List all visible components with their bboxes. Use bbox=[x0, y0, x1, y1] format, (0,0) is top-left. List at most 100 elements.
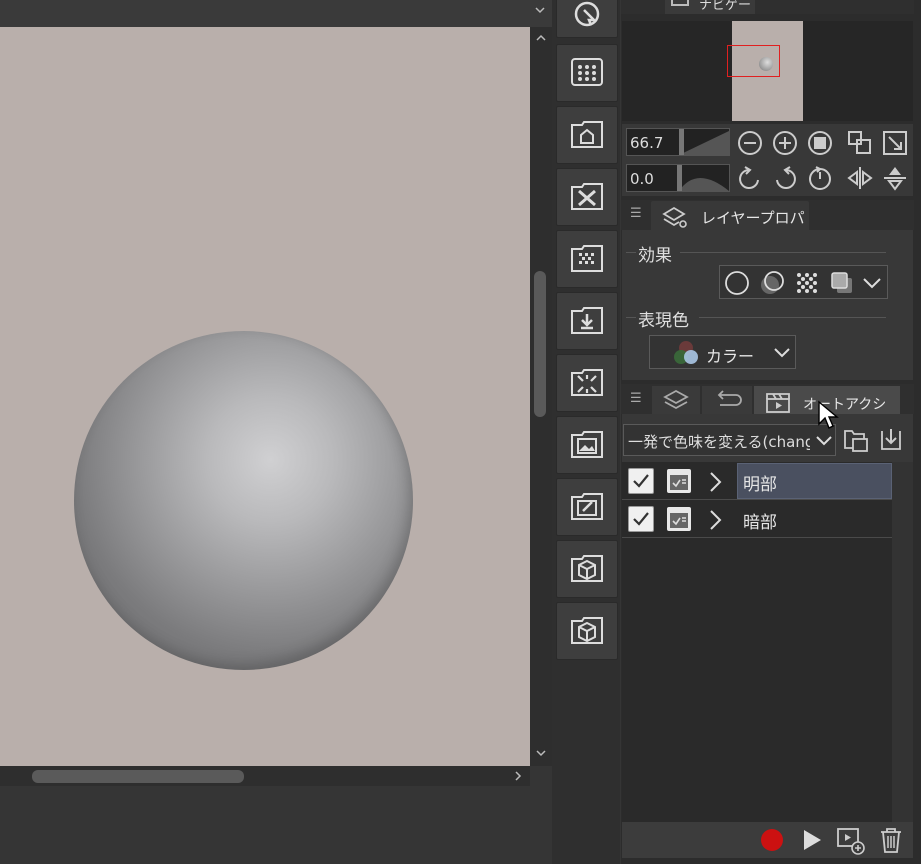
reset-rotation-icon[interactable] bbox=[806, 164, 834, 192]
chevron-down-icon bbox=[774, 348, 790, 358]
action-row[interactable]: 暗部 bbox=[622, 500, 892, 538]
action-set-icon bbox=[667, 507, 691, 531]
layer-color-effect-icon[interactable] bbox=[829, 270, 855, 296]
chevron-down-icon bbox=[816, 436, 832, 446]
navigator-icon bbox=[671, 0, 689, 6]
play-icon[interactable] bbox=[799, 827, 825, 853]
zoom-in-icon[interactable] bbox=[771, 129, 799, 157]
flip-horizontal-icon[interactable] bbox=[846, 164, 874, 192]
action-row[interactable]: 明部 bbox=[622, 462, 892, 500]
action-checkbox[interactable] bbox=[628, 468, 654, 494]
action-checkbox[interactable] bbox=[628, 506, 654, 532]
rotate-value: 0.0 bbox=[630, 170, 654, 188]
burst-icon bbox=[571, 369, 603, 396]
zoom-out-icon[interactable] bbox=[736, 129, 764, 157]
zoom-value: 66.7 bbox=[630, 134, 664, 152]
navigator-preview[interactable] bbox=[622, 21, 913, 121]
x-icon bbox=[571, 183, 603, 210]
tool-button-x[interactable] bbox=[556, 168, 618, 226]
auto-action-panel: 一発で色味を変える(change 明部 暗部 bbox=[622, 414, 913, 822]
fit-screen-icon[interactable] bbox=[846, 129, 874, 157]
tool-button-house[interactable] bbox=[556, 106, 618, 164]
zoom-slider[interactable]: 66.7 bbox=[626, 128, 730, 156]
trash-icon[interactable] bbox=[878, 826, 904, 854]
layer-property-panel: 効果 表現色 カラー bbox=[622, 230, 913, 380]
layer-property-tabbar: ☰ レイヤープロパティ bbox=[621, 200, 921, 248]
color-mode-select[interactable]: カラー bbox=[649, 335, 796, 369]
house-icon bbox=[571, 121, 603, 148]
action-label: 暗部 bbox=[743, 513, 777, 533]
panel-edge bbox=[914, 0, 921, 864]
rotate-slider-handle[interactable] bbox=[677, 165, 682, 191]
fit-window-icon[interactable] bbox=[881, 129, 909, 157]
auto-action-tabbar: ☰ オートアクション bbox=[621, 384, 921, 433]
chevron-right-icon[interactable] bbox=[706, 508, 724, 532]
tab-history[interactable] bbox=[702, 386, 752, 414]
tool-button-burst[interactable] bbox=[556, 354, 618, 412]
chevron-down-icon[interactable] bbox=[861, 273, 883, 293]
circle-effect-icon[interactable] bbox=[724, 270, 750, 296]
chevron-down-icon[interactable] bbox=[532, 2, 548, 18]
rgb-icon bbox=[674, 341, 698, 364]
action-set-select[interactable]: 一発で色味を変える(change bbox=[623, 424, 836, 456]
vertical-scrollbar[interactable] bbox=[530, 27, 552, 766]
tab-navigator-label: ナビゲー bbox=[699, 0, 752, 13]
layers-icon bbox=[663, 389, 689, 410]
import-icon[interactable] bbox=[877, 426, 905, 454]
flip-vertical-icon[interactable] bbox=[881, 164, 909, 192]
right-panel-column: ナビゲー 66.7 0.0 ☰ レイヤープロパ 効果 表現色 カラー ☰ オート… bbox=[621, 0, 921, 864]
menu-icon[interactable]: ☰ bbox=[630, 392, 644, 406]
canvas-top-bar bbox=[0, 0, 552, 27]
tool-button-image[interactable] bbox=[556, 416, 618, 474]
tool-button-dot-grid[interactable] bbox=[556, 44, 618, 102]
expression-color-label: 表現色 bbox=[638, 311, 689, 331]
image-icon bbox=[571, 431, 603, 458]
dot-grid-icon bbox=[571, 58, 603, 86]
tool-button-checker[interactable] bbox=[556, 230, 618, 288]
navigator-controls: 66.7 0.0 bbox=[622, 124, 913, 196]
action-label-box: 明部 bbox=[737, 463, 892, 499]
horizontal-scrollbar[interactable] bbox=[0, 766, 530, 786]
navigator-view-frame[interactable] bbox=[727, 45, 780, 77]
tool-button-cube-1[interactable] bbox=[556, 540, 618, 598]
mouse-cursor-icon bbox=[818, 400, 839, 429]
sphere-drawing bbox=[74, 331, 413, 670]
rotate-slider[interactable]: 0.0 bbox=[626, 164, 730, 192]
actual-size-icon[interactable] bbox=[806, 129, 834, 157]
rotate-left-icon[interactable] bbox=[736, 164, 764, 192]
cube-icon bbox=[571, 617, 603, 644]
tone-effect-icon[interactable] bbox=[759, 270, 785, 296]
navigator-tabbar: ナビゲー bbox=[621, 0, 921, 14]
folder-copy-icon[interactable] bbox=[842, 426, 870, 454]
menu-icon[interactable]: ☰ bbox=[630, 207, 644, 221]
tool-button-pointer[interactable] bbox=[556, 0, 618, 38]
effect-buttons bbox=[719, 265, 888, 299]
record-icon[interactable] bbox=[759, 827, 785, 853]
dot-effect-icon[interactable] bbox=[794, 270, 820, 296]
zoom-slider-handle[interactable] bbox=[679, 129, 684, 155]
tool-button-edit[interactable] bbox=[556, 478, 618, 536]
download-icon bbox=[571, 307, 603, 334]
divider bbox=[626, 317, 636, 318]
action-list-scrollbar[interactable] bbox=[892, 462, 913, 822]
horizontal-scroll-thumb[interactable] bbox=[32, 770, 244, 783]
material-toolbar bbox=[552, 0, 620, 864]
tab-layer[interactable] bbox=[652, 386, 700, 414]
clapperboard-icon bbox=[766, 393, 790, 413]
chevron-right-icon[interactable] bbox=[706, 470, 724, 494]
add-action-icon[interactable] bbox=[836, 826, 866, 856]
scroll-right-icon[interactable] bbox=[510, 768, 526, 784]
canvas-paper[interactable] bbox=[0, 27, 530, 766]
tab-navigator[interactable]: ナビゲー bbox=[665, 0, 755, 14]
scroll-up-icon[interactable] bbox=[533, 30, 549, 46]
vertical-scroll-thumb[interactable] bbox=[534, 271, 546, 417]
tool-button-cube-2[interactable] bbox=[556, 602, 618, 660]
tab-layer-property[interactable]: レイヤープロパティ bbox=[651, 201, 809, 248]
history-icon bbox=[717, 390, 742, 406]
cube-icon bbox=[571, 555, 603, 582]
auto-action-bottom-bar bbox=[622, 822, 913, 858]
layers-settings-icon bbox=[662, 206, 687, 228]
tool-button-download[interactable] bbox=[556, 292, 618, 350]
rotate-right-icon[interactable] bbox=[771, 164, 799, 192]
scroll-down-icon[interactable] bbox=[533, 745, 549, 761]
